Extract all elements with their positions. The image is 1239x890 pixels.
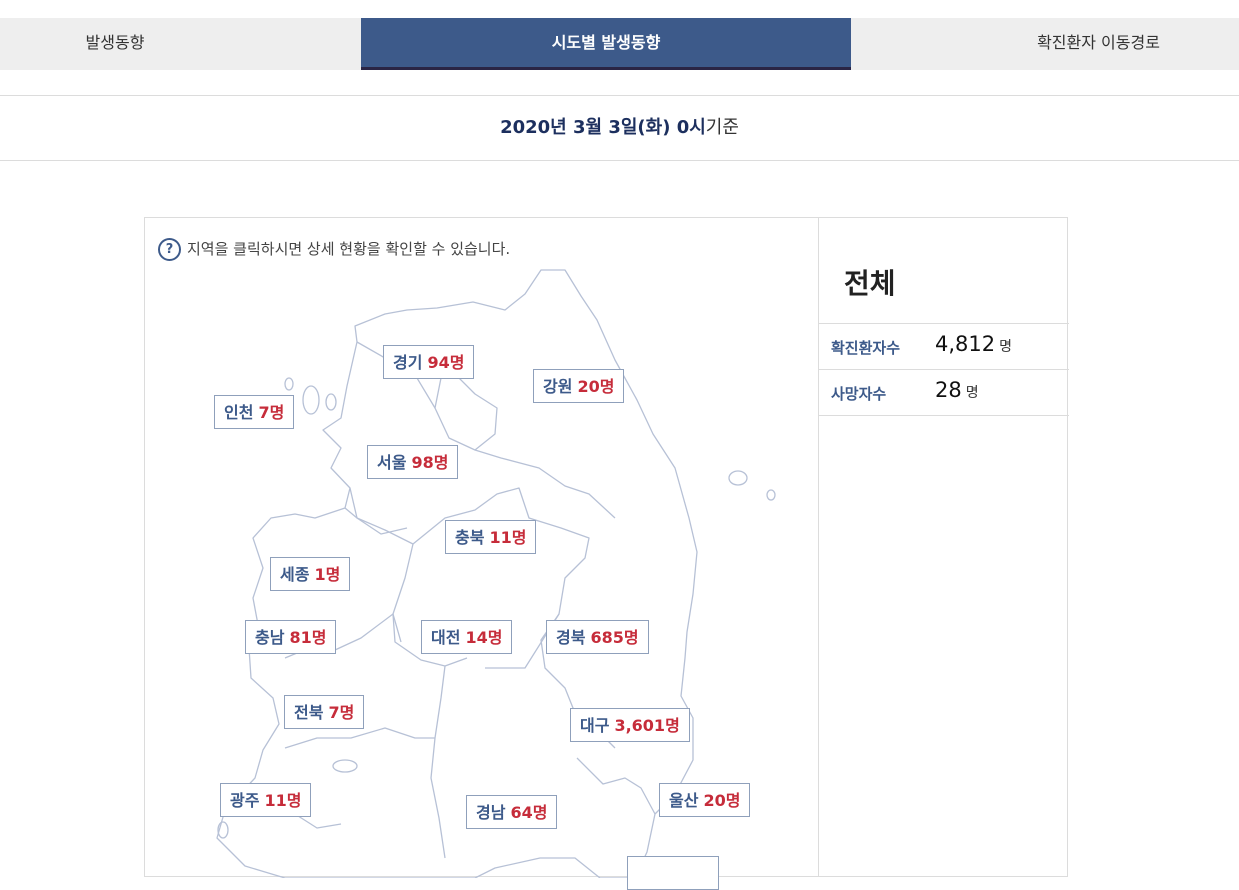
region-gyeongnam[interactable]: 경남 64명	[466, 795, 558, 829]
region-jeonbuk[interactable]: 전북 7명	[284, 695, 365, 729]
map-border	[474, 449, 616, 519]
region-gangwon[interactable]: 강원 20명	[533, 369, 625, 403]
divider	[0, 160, 1239, 161]
region-chungbuk[interactable]: 충북 11명	[445, 520, 537, 554]
region-gyeongbuk[interactable]: 경북 685명	[546, 620, 649, 654]
region-daejeon[interactable]: 대전 14명	[421, 620, 513, 654]
tab-gap-fill	[851, 18, 958, 70]
confirmed-label: 확진환자수	[831, 339, 901, 357]
date-value: 2020년 3월 3일(화) 0시	[500, 117, 706, 138]
map-border	[344, 507, 408, 535]
region-gwangju[interactable]: 광주 11명	[220, 783, 312, 817]
map-island	[302, 385, 320, 415]
confirmed-count: 4,812 명	[935, 332, 1013, 356]
region-seoul[interactable]: 서울 98명	[367, 445, 459, 479]
map-border	[284, 727, 435, 749]
region-incheon[interactable]: 인천 7명	[214, 395, 295, 429]
deaths-count: 28 명	[935, 378, 979, 402]
deaths-label: 사망자수	[831, 385, 887, 403]
tab-gap-fill	[230, 18, 361, 70]
map-border	[434, 373, 498, 451]
tab-region-trend[interactable]: 시도별 발생동향	[361, 18, 851, 70]
map-island	[332, 759, 358, 773]
summary-sidebar: 전체 확진환자수 4,812 명 사망자수 28 명	[818, 218, 1069, 876]
region-daegu[interactable]: 대구 3,601명	[570, 708, 690, 742]
region-ulsan[interactable]: 울산 20명	[659, 783, 751, 817]
tab-movement-route[interactable]: 확진환자 이동경로	[958, 18, 1239, 70]
confirmed-row: 확진환자수 4,812 명	[819, 323, 1069, 369]
region-partial-label[interactable]	[627, 856, 719, 890]
region-chungnam[interactable]: 충남 81명	[245, 620, 337, 654]
map-border	[576, 757, 656, 815]
tab-trend[interactable]: 발생동향	[0, 18, 230, 70]
map-island	[766, 489, 776, 501]
region-tabs: 발생동향 시도별 발생동향 확진환자 이동경로	[0, 18, 1239, 70]
region-sejong[interactable]: 세종 1명	[270, 557, 351, 591]
deaths-row: 사망자수 28 명	[819, 369, 1069, 415]
date-suffix: 기준	[705, 117, 739, 138]
summary-title: 전체	[844, 267, 896, 300]
map-island	[728, 470, 748, 486]
region-panel: ? 지역을 클릭하시면 상세 현황을 확인할 수 있습니다. 경기 94명 강원…	[144, 217, 1069, 890]
date-line: 2020년 3월 3일(화) 0시기준	[0, 96, 1239, 160]
map-island	[325, 393, 337, 411]
map-island	[284, 377, 294, 391]
map-border	[430, 665, 446, 859]
region-gyeonggi[interactable]: 경기 94명	[383, 345, 475, 379]
divider	[819, 415, 1069, 416]
